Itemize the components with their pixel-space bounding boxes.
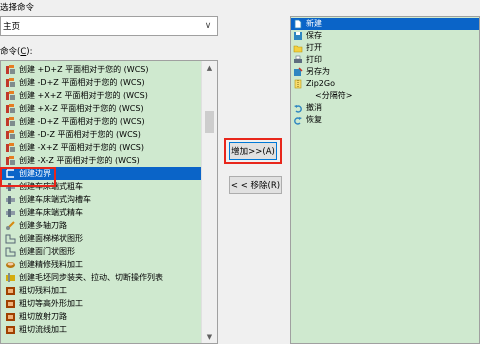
command-list-item[interactable]: 创建毛坯同步装夹、拉动、切断操作列表 [1,271,201,284]
command-list-item[interactable]: 创建 +X+Z 平面相对于您的 (WCS) [1,89,201,102]
command-list-item-label: 粗切等高外形加工 [19,299,83,308]
command-list-item-label: 创建毛坯同步装夹、拉动、切断操作列表 [19,273,163,282]
rough-icon [5,311,16,322]
shape-icon [5,246,16,257]
command-list-item[interactable]: 粗切流线加工 [1,323,201,336]
command-list-item[interactable]: 创建 -D+Z 平面相对于您的 (WCS) [1,115,201,128]
command-list-item-label: 创建 -D+Z 平面相对于您的 (WCS) [19,78,145,87]
toolbar-list-item[interactable]: 保存 [291,30,479,42]
command-list-item[interactable]: 粗切放射刀路 [1,310,201,323]
commands-label: 命令(C): [0,47,33,57]
command-list-item[interactable]: 创建 -D-Z 平面相对于您的 (WCS) [1,128,201,141]
category-combobox-value: 主页 [3,22,21,32]
mill-plane-icon [5,129,16,140]
command-list-item[interactable]: 粗切残料加工 [1,284,201,297]
toolbar-rows: 新建保存打开打印另存为 Zip2Go <分隔符> 撤消恢复 [291,18,479,126]
scroll-up-icon[interactable]: ▲ [202,61,217,74]
command-rows: 创建 +D+Z 平面相对于您的 (WCS) 创建 -D+Z 平面相对于您的 (WC… [1,63,201,336]
command-list-item-label: 创建 +X-Z 平面相对于您的 (WCS) [19,104,144,113]
select-commands-label: 选择命令 [0,3,35,13]
command-list-item-label: 粗切放射刀路 [19,312,67,321]
toolbar-separator-item[interactable]: <分隔符> [291,90,479,102]
selected-item-highlight [0,167,56,187]
command-list-item[interactable]: 创建 -X+Z 平面相对于您的 (WCS) [1,141,201,154]
toolbar-list-item-label: 保存 [306,31,322,40]
command-list-item-label: 创建 -D+Z 平面相对于您的 (WCS) [19,117,145,126]
command-list-item[interactable]: 创建多轴刀路 [1,219,201,232]
toolbar-list-item[interactable]: 撤消 [291,102,479,114]
toolbar-list-item[interactable]: Zip2Go [291,78,479,90]
command-list-scrollbar[interactable]: ▲ ▼ [201,61,217,343]
toolbar-list-item-label: 另存为 [306,67,330,76]
toolbar-list-item-label: Zip2Go [306,79,335,88]
command-list-item-label: 创建多轴刀路 [19,221,67,230]
command-list-item[interactable]: 创建 -X-Z 平面相对于您的 (WCS) [1,154,201,167]
toolbar-list-item-label: <分隔符> [315,91,353,100]
stock-icon [5,272,16,283]
scroll-thumb[interactable] [205,111,214,133]
open-folder-icon [293,43,303,53]
toolbar-list-item-label: 打开 [306,43,322,52]
toolbar-list-item[interactable]: 打开 [291,42,479,54]
command-list-item-label: 创建车床端式沟槽车 [19,195,91,204]
toolbar-list-item-label: 撤消 [306,103,322,112]
command-list-item-label: 创建精修残料加工 [19,260,83,269]
command-list-item-label: 创建面梯梯状图形 [19,234,83,243]
toolbar-list-item-label: 恢复 [306,115,322,124]
rough-icon [5,298,16,309]
toolbar-list-item-label: 打印 [306,55,322,64]
toolbar-list-item[interactable]: 打印 [291,54,479,66]
multiaxis-icon [5,220,16,231]
toolbar-command-listbox[interactable]: 新建保存打开打印另存为 Zip2Go <分隔符> 撤消恢复 [290,16,480,344]
mill-plane-icon [5,103,16,114]
shape-icon [5,233,16,244]
mill-plane-icon [5,142,16,153]
mill-plane-icon [5,116,16,127]
toolbar-list-item-label: 新建 [306,19,322,28]
command-list-item[interactable]: 创建精修残料加工 [1,258,201,271]
category-combobox[interactable]: 主页 ∨ [0,16,218,36]
scroll-down-icon[interactable]: ▼ [202,330,217,343]
mill-plane-icon [5,77,16,88]
undo-icon [293,103,303,113]
add-button[interactable]: 增加>>(A) [229,142,277,160]
command-list-item-label: 创建面门状图形 [19,247,75,256]
command-list-item-label: 创建 -X+Z 平面相对于您的 (WCS) [19,143,144,152]
command-list-item-label: 粗切残料加工 [19,286,67,295]
remove-button[interactable]: < < 移除(R) [229,176,282,194]
command-list-item-label: 创建 +D+Z 平面相对于您的 (WCS) [19,65,149,74]
toolbar-list-item[interactable]: 新建 [291,18,479,30]
save-as-icon [293,67,303,77]
zip2go-icon [293,79,303,89]
lathe-icon [5,194,16,205]
toolbar-list-item[interactable]: 另存为 [291,66,479,78]
print-icon [293,55,303,65]
command-list-item[interactable]: 创建 -D+Z 平面相对于您的 (WCS) [1,76,201,89]
command-list-item-label: 创建 +X+Z 平面相对于您的 (WCS) [19,91,148,100]
save-icon [293,31,303,41]
command-list-item[interactable]: 创建 +X-Z 平面相对于您的 (WCS) [1,102,201,115]
finish-icon [5,259,16,270]
command-list-item[interactable]: 创建面门状图形 [1,245,201,258]
command-list-item-label: 创建 -X-Z 平面相对于您的 (WCS) [19,156,140,165]
mill-plane-icon [5,155,16,166]
command-list-item[interactable]: 创建面梯梯状图形 [1,232,201,245]
command-list-item[interactable]: 创建 +D+Z 平面相对于您的 (WCS) [1,63,201,76]
command-listbox[interactable]: 创建 +D+Z 平面相对于您的 (WCS) 创建 -D+Z 平面相对于您的 (WC… [0,60,218,344]
rough-icon [5,285,16,296]
lathe-icon [5,207,16,218]
command-list-item-label: 粗切流线加工 [19,325,67,334]
command-list-item-label: 创建 -D-Z 平面相对于您的 (WCS) [19,130,141,139]
command-list-item[interactable]: 粗切等高外形加工 [1,297,201,310]
mill-plane-icon [5,64,16,75]
redo-icon [293,115,303,125]
chevron-down-icon[interactable]: ∨ [199,17,217,35]
mill-plane-icon [5,90,16,101]
toolbar-list-item[interactable]: 恢复 [291,114,479,126]
rough-icon [5,324,16,335]
command-list-item[interactable]: 创建车床端式精车 [1,206,201,219]
command-list-item-label: 创建车床端式精车 [19,208,83,217]
new-file-icon [293,19,303,29]
command-list-item[interactable]: 创建车床端式沟槽车 [1,193,201,206]
